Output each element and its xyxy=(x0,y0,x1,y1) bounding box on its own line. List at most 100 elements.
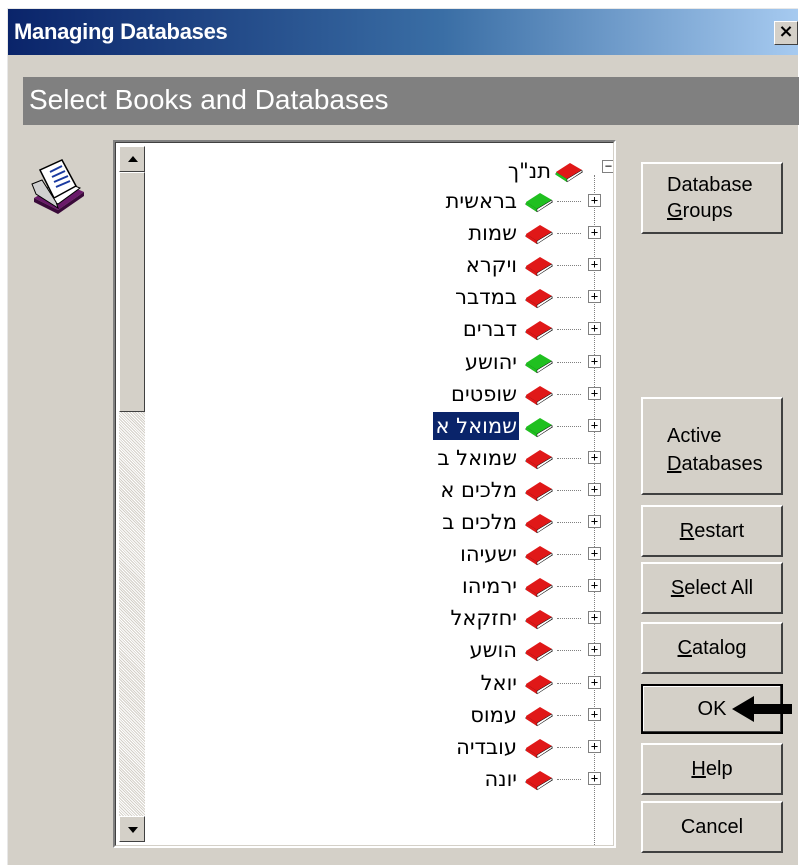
book-icon xyxy=(525,610,553,630)
tree-item-label[interactable]: בראשית xyxy=(444,187,519,215)
expand-icon[interactable]: + xyxy=(588,226,601,240)
tree-item[interactable]: ירמיהו + xyxy=(116,572,613,602)
tree-item-label[interactable]: מלכים א xyxy=(438,476,519,504)
tree-item[interactable]: יהושע + xyxy=(116,348,613,378)
expand-icon[interactable]: + xyxy=(588,386,601,400)
tree-item[interactable]: דברים + xyxy=(116,315,613,345)
tree-item-label[interactable]: במדבר xyxy=(453,283,519,311)
mnemonic-d: D xyxy=(667,453,682,475)
active-databases-button[interactable]: Active Databases xyxy=(641,397,783,495)
tree-root-tanakh[interactable]: תנ"ך − xyxy=(116,157,613,187)
database-groups-line2: Groups xyxy=(667,200,781,223)
chevron-down-icon xyxy=(128,827,138,833)
expand-icon[interactable]: + xyxy=(588,579,601,593)
tree-item-label[interactable]: עובדיה xyxy=(454,733,519,761)
active-databases-line1: Active xyxy=(667,425,722,447)
tree-item[interactable]: הושע + xyxy=(116,636,613,666)
book-icon xyxy=(525,353,553,373)
restart-label: Restart xyxy=(643,520,781,543)
tree-connector-h xyxy=(557,682,581,684)
tree-item-label[interactable]: דברים xyxy=(461,315,519,343)
tree-item[interactable]: ויקרא + xyxy=(116,251,613,281)
collapse-icon[interactable]: − xyxy=(602,160,613,173)
database-tree[interactable]: תנ"ך − בראשית + שמות + ויקרא + במדבר + דברים + יהו… xyxy=(113,140,616,848)
tree-item-label[interactable]: ירמיהו xyxy=(460,572,519,600)
expand-icon[interactable]: + xyxy=(588,547,601,561)
tree-connector-h xyxy=(557,650,581,652)
tree-item-label[interactable]: יואל xyxy=(479,669,519,697)
tree-item[interactable]: במדבר + xyxy=(116,283,613,313)
close-button[interactable]: × xyxy=(774,21,798,45)
database-groups-line2-rest: roups xyxy=(682,200,733,222)
tree-item-label[interactable]: יחזקאל xyxy=(448,604,519,632)
mnemonic-s: S xyxy=(670,577,685,599)
tree-item[interactable]: יחזקאל + xyxy=(116,604,613,634)
tree-item-label[interactable]: מלכים ב xyxy=(440,508,519,536)
help-label-rest: elp xyxy=(705,758,733,780)
expand-icon[interactable]: + xyxy=(588,258,601,272)
tree-item-label[interactable]: הושע xyxy=(468,636,519,664)
scroll-down-button[interactable] xyxy=(119,816,145,842)
tree-viewport[interactable]: תנ"ך − בראשית + שמות + ויקרא + במדבר + דברים + יהו… xyxy=(115,142,614,846)
tree-item[interactable]: מלכים א + xyxy=(116,476,613,506)
expand-icon[interactable]: + xyxy=(588,611,601,625)
expand-icon[interactable]: + xyxy=(588,739,601,753)
mnemonic-r: R xyxy=(679,520,695,542)
expand-icon[interactable]: + xyxy=(588,707,601,721)
book-icon xyxy=(525,674,553,694)
title-bar[interactable]: Managing Databases × xyxy=(8,9,798,55)
tree-connector-h xyxy=(557,522,581,523)
tree-item[interactable]: יונה + xyxy=(116,765,613,795)
tree-item[interactable]: בראשית + xyxy=(116,187,613,217)
tree-item-label[interactable]: שמואל א xyxy=(432,410,520,441)
cancel-label: Cancel xyxy=(680,816,744,838)
tree-connector-h xyxy=(557,201,581,202)
tree-item-label[interactable]: שמואל ב xyxy=(435,444,519,472)
expand-icon[interactable]: + xyxy=(588,354,601,368)
tree-item-label[interactable]: יהושע xyxy=(463,348,519,376)
tree-item-label[interactable]: שופטים xyxy=(449,380,519,408)
tree-item-label[interactable]: יונה xyxy=(482,765,519,793)
tree-item[interactable]: עמוס + xyxy=(116,701,613,731)
book-icon xyxy=(525,449,553,470)
tree-item[interactable]: שופטים + xyxy=(116,380,613,410)
tree-item-label[interactable]: ויקרא xyxy=(464,251,519,279)
expand-icon[interactable]: + xyxy=(588,771,601,785)
window-title: Managing Databases xyxy=(14,19,228,44)
tree-item[interactable]: יואל + xyxy=(116,669,613,699)
expand-icon[interactable]: + xyxy=(588,675,601,689)
select-all-button[interactable]: Select All xyxy=(641,562,783,614)
section-banner: Select Books and Databases xyxy=(23,77,799,125)
tree-item[interactable]: שמואל ב + xyxy=(116,444,613,474)
tree-item[interactable]: שמות + xyxy=(116,219,613,249)
tree-connector-h xyxy=(557,361,581,363)
catalog-button[interactable]: Catalog xyxy=(641,622,783,674)
tree-item[interactable]: מלכים ב + xyxy=(116,508,613,538)
expand-icon[interactable]: + xyxy=(588,290,601,304)
expand-icon[interactable]: + xyxy=(588,194,601,207)
tree-connector-h xyxy=(557,586,581,588)
expand-icon[interactable]: + xyxy=(588,515,601,528)
cancel-button[interactable]: Cancel xyxy=(641,801,783,853)
tree-item[interactable]: עובדיה + xyxy=(116,733,613,763)
catalog-label-rest: atalog xyxy=(691,637,747,659)
tree-item[interactable]: ישעיהו + xyxy=(116,540,613,570)
database-groups-button[interactable]: Database Groups xyxy=(641,162,783,234)
tree-item[interactable]: שמואל א + xyxy=(116,410,613,442)
expand-icon[interactable]: + xyxy=(588,322,601,336)
tree-item-label[interactable]: עמוס xyxy=(468,701,519,729)
tree-connector-h xyxy=(557,714,581,716)
book-icon xyxy=(525,257,553,277)
book-icon xyxy=(525,642,553,662)
tree-connector-h xyxy=(557,393,581,395)
help-button[interactable]: Help xyxy=(641,743,783,795)
expand-icon[interactable]: + xyxy=(588,418,601,432)
expand-icon[interactable]: + xyxy=(588,450,601,464)
database-groups-line1: Database xyxy=(667,174,753,196)
tree-root-label[interactable]: תנ"ך xyxy=(506,157,553,185)
restart-button[interactable]: Restart xyxy=(641,505,783,557)
expand-icon[interactable]: + xyxy=(588,643,601,657)
tree-item-label[interactable]: ישעיהו xyxy=(458,540,519,568)
expand-icon[interactable]: + xyxy=(588,482,601,496)
tree-item-label[interactable]: שמות xyxy=(466,219,519,247)
